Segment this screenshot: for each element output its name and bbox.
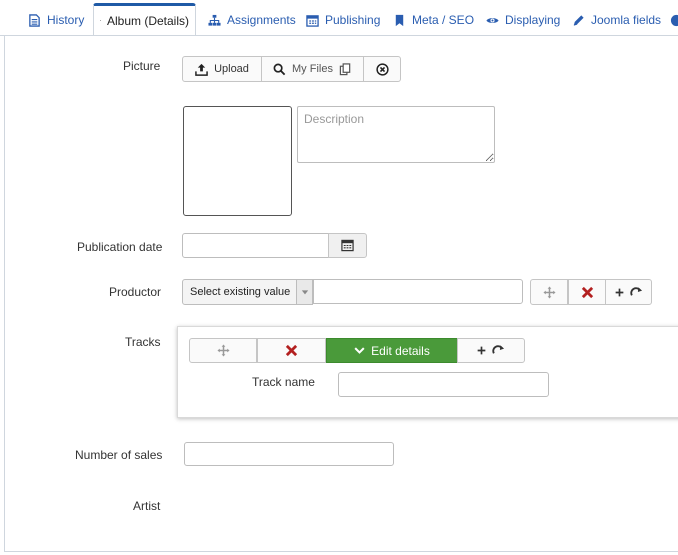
upload-icon (195, 63, 208, 76)
productor-select-value: Select existing value (190, 286, 291, 298)
clear-picture-button[interactable] (363, 56, 401, 82)
tab-assignments-label: Assignments (227, 13, 296, 27)
tab-displaying-label: Displaying (505, 13, 561, 27)
copy-icon (339, 62, 351, 75)
plus-icon (615, 288, 623, 296)
move-icon (216, 344, 230, 357)
edit-details-button[interactable]: Edit details (326, 338, 458, 363)
close-icon (581, 286, 593, 298)
pencil-icon (573, 14, 584, 26)
artist-label: Artist (133, 499, 161, 513)
tab-history[interactable]: History (22, 4, 90, 35)
close-circle-icon (375, 62, 389, 76)
publication-date-input[interactable] (182, 233, 330, 258)
checklist-icon (100, 20, 101, 21)
my-files-button[interactable]: My Files (261, 56, 364, 82)
plus-icon (477, 346, 486, 355)
track-add-button[interactable] (457, 338, 525, 363)
calendar-icon (306, 14, 319, 27)
track-move-button[interactable] (189, 338, 257, 363)
chevron-down-icon (296, 280, 312, 304)
my-files-button-label: My Files (292, 63, 333, 75)
bookmark-icon (395, 14, 404, 26)
number-of-sales-input[interactable] (184, 442, 394, 466)
document-icon (29, 13, 40, 27)
move-icon (542, 285, 556, 299)
details-panel: Picture Upload My Files Publication date… (4, 36, 678, 552)
tab-assignments[interactable]: Assignments (202, 4, 302, 35)
eye-icon (670, 14, 678, 26)
upload-button[interactable]: Upload (182, 56, 262, 82)
productor-add-button[interactable] (605, 279, 652, 305)
tab-meta-seo[interactable]: Meta / SEO (387, 4, 480, 35)
tab-overflow[interactable] (664, 4, 678, 35)
edit-details-label: Edit details (371, 343, 430, 358)
number-of-sales-label: Number of sales (75, 448, 163, 462)
redo-icon (492, 345, 505, 354)
productor-input[interactable] (313, 279, 523, 304)
tab-joomla-fields-label: Joomla fields (591, 13, 662, 27)
track-delete-button[interactable] (257, 338, 326, 363)
tracks-label: Tracks (125, 335, 161, 349)
track-name-input[interactable] (338, 372, 549, 397)
tab-publishing[interactable]: Publishing (300, 4, 386, 35)
chevron-down-icon (354, 347, 365, 354)
picture-label: Picture (123, 59, 161, 73)
tab-bar: History Album (Details) Assignments Publ… (0, 0, 678, 36)
productor-label: Productor (109, 285, 162, 299)
calendar-icon (341, 239, 354, 252)
tab-history-label: History (47, 13, 85, 27)
productor-delete-button[interactable] (568, 279, 606, 305)
description-field[interactable] (297, 106, 495, 163)
tab-meta-seo-label: Meta / SEO (412, 13, 475, 27)
calendar-button[interactable] (328, 233, 367, 258)
publication-date-label: Publication date (77, 240, 163, 254)
eye-icon (486, 17, 499, 23)
redo-icon (629, 286, 642, 296)
tab-album-details[interactable]: Album (Details) (93, 3, 196, 35)
picture-preview (183, 106, 292, 216)
search-icon (273, 63, 286, 75)
close-icon (285, 344, 298, 357)
tab-displaying[interactable]: Displaying (480, 4, 566, 35)
track-item-panel: Edit details Track name (177, 326, 678, 418)
productor-select[interactable]: Select existing value (182, 279, 313, 305)
tab-album-details-label: Album (Details) (106, 13, 189, 28)
tab-joomla-fields[interactable]: Joomla fields (566, 4, 667, 35)
track-name-label: Track name (252, 375, 315, 389)
upload-button-label: Upload (214, 63, 249, 75)
tab-publishing-label: Publishing (325, 13, 381, 27)
productor-move-button[interactable] (530, 279, 568, 305)
sitemap-icon (208, 14, 221, 26)
